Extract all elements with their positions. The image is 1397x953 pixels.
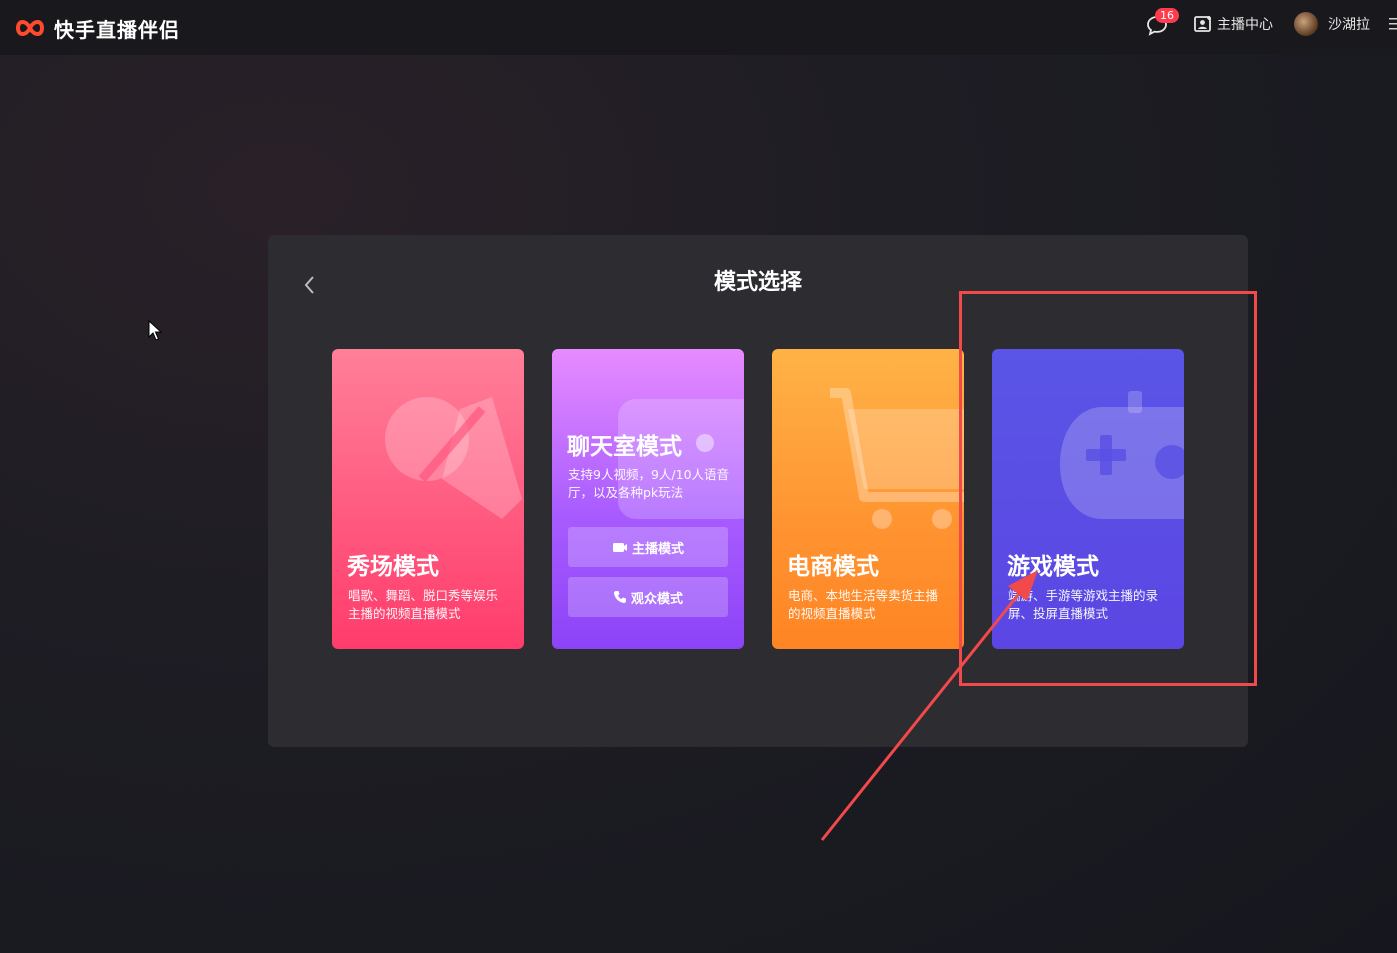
anchor-profile-icon — [1194, 16, 1211, 32]
mode-card-chatroom[interactable]: 聊天室模式 支持9人视频，9人/10人语音厅，以及各种pk玩法 主播模式 观众模… — [552, 349, 744, 649]
app-title: 快手直播伴侣 — [54, 17, 180, 42]
hamburger-menu-icon[interactable] — [1389, 16, 1397, 35]
user-profile[interactable]: 沙湖拉 — [1294, 12, 1370, 36]
card-title: 聊天室模式 — [567, 434, 682, 460]
chevron-left-icon — [304, 276, 314, 294]
mode-card-show[interactable]: 秀场模式 唱歌、舞蹈、脱口秀等娱乐主播的视频直播模式 — [332, 349, 524, 649]
card-title: 秀场模式 — [347, 554, 439, 580]
card-description: 支持9人视频，9人/10人语音厅，以及各种pk玩法 — [568, 467, 730, 500]
viewer-mode-button[interactable]: 观众模式 — [568, 577, 728, 617]
camera-icon — [612, 543, 627, 552]
message-count-badge: 16 — [1155, 8, 1179, 23]
card-title: 电商模式 — [787, 554, 879, 580]
dialog-title: 模式选择 — [713, 270, 802, 295]
host-mode-label: 主播模式 — [631, 541, 684, 557]
back-button[interactable] — [300, 272, 320, 298]
app-logo: 快手直播伴侣 — [14, 14, 180, 42]
username: 沙湖拉 — [1328, 17, 1370, 33]
avatar — [1294, 12, 1318, 36]
mode-card-ecommerce[interactable]: 电商模式 电商、本地生活等卖货主播的视频直播模式 — [772, 349, 964, 649]
annotation-highlight-box — [959, 291, 1257, 686]
kuaishou-logo-icon — [15, 20, 45, 36]
card-description: 电商、本地生活等卖货主播的视频直播模式 — [788, 588, 939, 621]
mouse-cursor-icon — [148, 320, 162, 341]
top-bar: 快手直播伴侣 16 主播中心 沙湖拉 — [0, 0, 1397, 55]
anchor-center-link[interactable]: 主播中心 — [1193, 14, 1273, 34]
anchor-center-label: 主播中心 — [1217, 17, 1273, 33]
host-mode-button[interactable]: 主播模式 — [568, 527, 728, 567]
phone-icon — [613, 591, 626, 603]
card-description: 唱歌、舞蹈、脱口秀等娱乐主播的视频直播模式 — [348, 588, 499, 621]
viewer-mode-label: 观众模式 — [630, 591, 683, 607]
